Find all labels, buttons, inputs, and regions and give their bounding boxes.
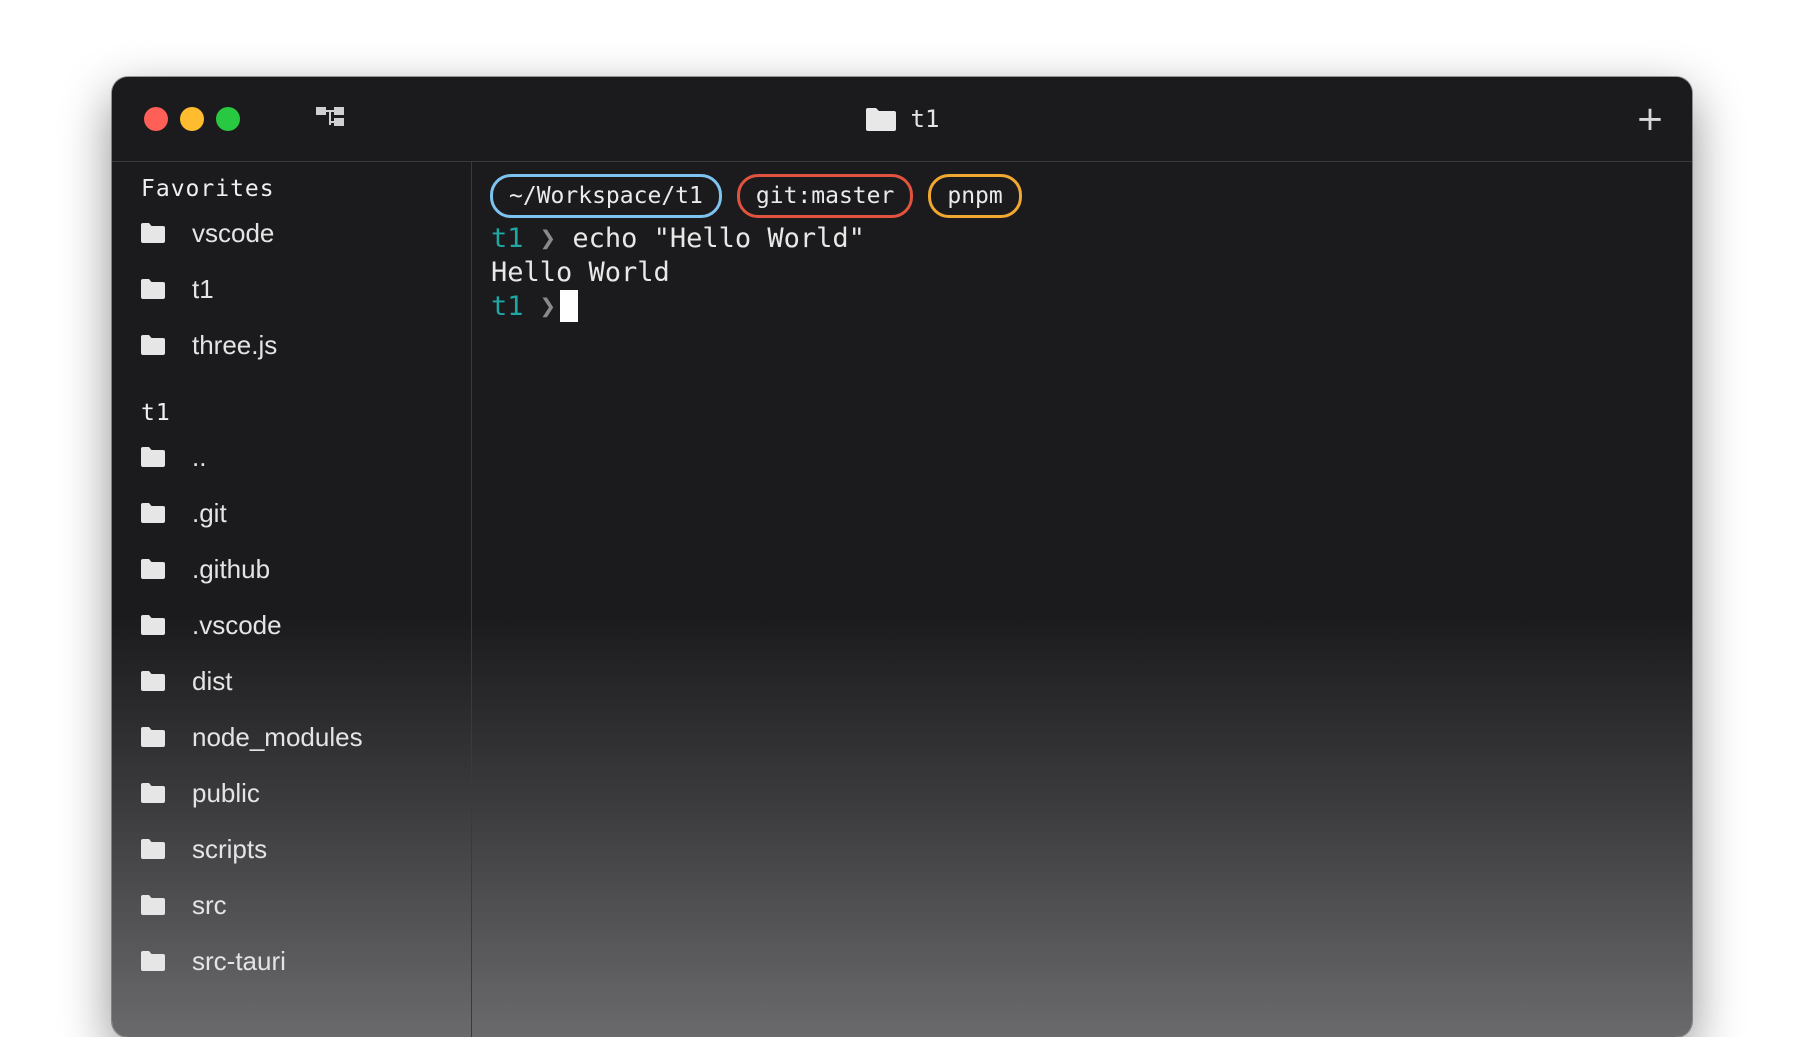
package-manager-badge: pnpm	[928, 174, 1022, 218]
prompt-dir: t1	[491, 223, 524, 254]
folder-icon	[141, 447, 165, 467]
prompt-arrow-icon: ❯	[539, 291, 557, 322]
window-title-text: t1	[910, 105, 940, 133]
folder-icon	[141, 839, 165, 859]
new-tab-button[interactable]: +	[1632, 101, 1668, 137]
sidebar-item-label: src-tauri	[192, 945, 286, 976]
folder-icon	[141, 727, 165, 747]
sidebar-item-label: node_modules	[192, 721, 363, 752]
sidebar-item-vscode[interactable]: vscode	[140, 213, 274, 253]
folder-icon	[141, 503, 165, 523]
sidebar-item-label: .git	[192, 497, 227, 528]
prompt-arrow-icon: ❯	[539, 223, 557, 254]
sidebar-item-threejs[interactable]: three.js	[140, 325, 277, 365]
terminal-window: t1 + Favorites vscode t1 three.js t1 .. …	[112, 77, 1692, 1037]
sidebar-item-label: three.js	[192, 329, 278, 360]
sidebar-item-label: ..	[192, 441, 207, 472]
sidebar-item-public[interactable]: public	[140, 773, 260, 813]
sidebar-item-label: public	[192, 777, 260, 808]
sidebar: Favorites vscode t1 three.js t1 .. .git …	[112, 162, 472, 1037]
sidebar-item-label: t1	[192, 273, 214, 304]
sidebar-item-label: scripts	[192, 833, 268, 864]
sidebar-item-label: .github	[192, 553, 271, 584]
sidebar-item-label: src	[192, 889, 227, 920]
sidebar-item-label: vscode	[192, 217, 275, 248]
path-badge: ~/Workspace/t1	[490, 174, 722, 218]
folder-icon	[141, 951, 165, 971]
sidebar-item-github[interactable]: .github	[140, 549, 270, 589]
folder-icon	[141, 223, 165, 243]
sidebar-item-dot-vscode[interactable]: .vscode	[140, 605, 282, 645]
sidebar-item-dist[interactable]: dist	[140, 661, 232, 701]
folder-icon	[141, 279, 165, 299]
window-title: t1	[112, 101, 1692, 137]
sidebar-item-src-tauri[interactable]: src-tauri	[140, 941, 286, 981]
sidebar-item-label: dist	[192, 665, 233, 696]
sidebar-item-parent[interactable]: ..	[140, 437, 206, 477]
folder-icon	[141, 671, 165, 691]
folder-icon	[141, 335, 165, 355]
folder-icon	[141, 615, 165, 635]
sidebar-item-t1[interactable]: t1	[140, 269, 214, 309]
prompt-dir: t1	[491, 291, 524, 322]
git-branch-badge: git:master	[736, 174, 914, 218]
terminal-input-line[interactable]: t1 ❯	[491, 289, 579, 324]
terminal-line: t1 ❯ echo "Hello World"	[491, 222, 865, 256]
sidebar-item-scripts[interactable]: scripts	[140, 829, 267, 869]
current-dir-header: t1	[141, 400, 171, 426]
folder-icon	[865, 108, 896, 131]
title-bar: t1 +	[112, 77, 1692, 162]
command-text: echo "Hello World"	[572, 223, 865, 254]
folder-icon	[141, 783, 165, 803]
favorites-header: Favorites	[141, 176, 275, 202]
text-cursor	[560, 289, 579, 322]
sidebar-item-git[interactable]: .git	[140, 493, 227, 533]
folder-icon	[141, 559, 165, 579]
terminal-pane[interactable]: ~/Workspace/t1 git:master pnpm t1 ❯ echo…	[472, 162, 1692, 1037]
folder-icon	[141, 895, 165, 915]
prompt-badges: ~/Workspace/t1 git:master pnpm	[490, 174, 1037, 218]
terminal-output-line: Hello World	[491, 256, 670, 290]
sidebar-item-src[interactable]: src	[140, 885, 227, 925]
sidebar-item-label: .vscode	[192, 609, 282, 640]
output-text: Hello World	[491, 257, 670, 288]
sidebar-item-node-modules[interactable]: node_modules	[140, 717, 363, 757]
